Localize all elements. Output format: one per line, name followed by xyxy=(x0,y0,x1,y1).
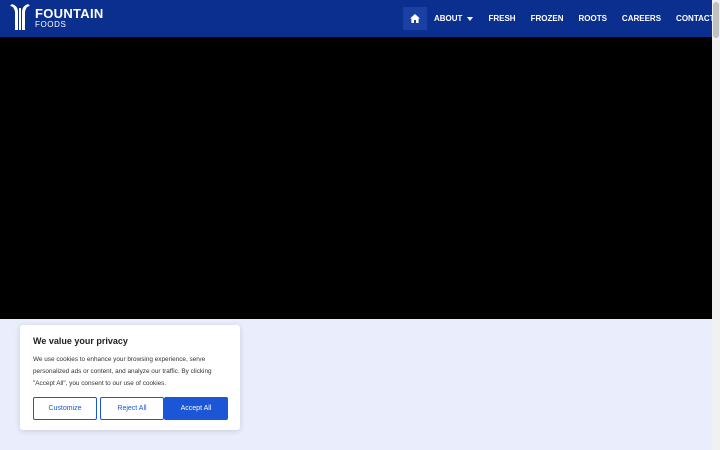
logo-line2: FOODS xyxy=(35,20,67,29)
chevron-down-icon xyxy=(467,16,474,21)
reject-all-button[interactable]: Reject All xyxy=(100,397,164,420)
nav-item-fresh[interactable]: FRESH xyxy=(488,7,515,30)
consent-title: We value your privacy xyxy=(33,336,128,346)
hero-video[interactable] xyxy=(0,37,712,319)
home-icon xyxy=(410,14,420,23)
cookie-consent-dialog: We value your privacy We use cookies to … xyxy=(20,325,240,430)
consent-text: We use cookies to enhance your browsing … xyxy=(33,356,212,387)
main-nav: ABOUT FRESH FROZEN ROOTS CAREERS CONTACT xyxy=(403,7,715,30)
nav-item-careers[interactable]: CAREERS xyxy=(622,7,661,30)
nav-item-about[interactable]: ABOUT xyxy=(434,7,474,30)
logo-text: FOUNTAIN FOODS xyxy=(35,7,104,29)
logo-line1: FOUNTAIN xyxy=(35,6,104,21)
customize-button[interactable]: Customize xyxy=(33,397,97,420)
fountain-logo-icon xyxy=(10,4,30,30)
nav-home[interactable] xyxy=(403,7,427,30)
accept-all-button[interactable]: Accept All xyxy=(164,397,228,420)
site-logo[interactable]: FOUNTAIN FOODS xyxy=(8,4,104,32)
nav-item-about-label: ABOUT xyxy=(434,14,463,23)
nav-item-contact[interactable]: CONTACT xyxy=(676,7,715,30)
nav-item-roots[interactable]: ROOTS xyxy=(578,7,606,30)
page-scrollbar[interactable] xyxy=(712,0,720,450)
nav-item-frozen[interactable]: FROZEN xyxy=(531,7,564,30)
scrollbar-thumb[interactable] xyxy=(713,2,719,38)
site-header: FOUNTAIN FOODS ABOUT FRESH FROZEN ROOTS … xyxy=(0,0,715,37)
